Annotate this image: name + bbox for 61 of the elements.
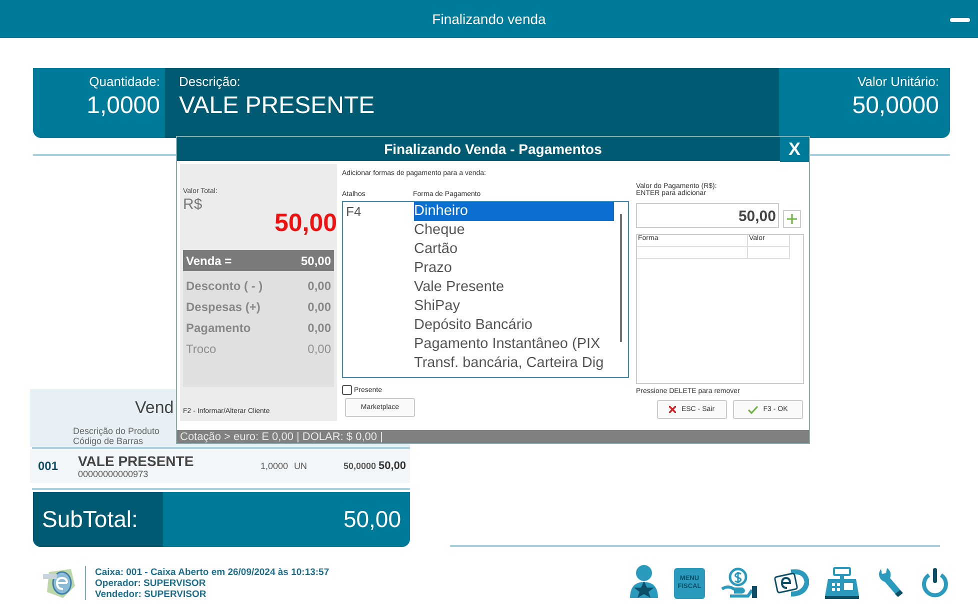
- unit-price-label: Valor Unitário:: [858, 74, 939, 89]
- scrollbar[interactable]: [620, 214, 622, 342]
- plus-icon: [787, 214, 797, 224]
- payment-method-item[interactable]: Prazo: [414, 259, 614, 278]
- summary-label: Venda =: [186, 254, 232, 268]
- summary-value: 0,00: [308, 300, 331, 314]
- subtotal-label: SubTotal:: [33, 492, 163, 547]
- item-barcode: 00000000000973: [78, 469, 150, 479]
- item-quantity: 1,0000: [259, 461, 288, 471]
- sale-title: Vend: [135, 398, 174, 418]
- amount-field[interactable]: 50,00: [636, 203, 779, 228]
- payment-method-item[interactable]: ShiPay: [414, 297, 614, 316]
- unit-price-value: 50,0000: [852, 92, 939, 120]
- column-heading: Descrição do Produto: [73, 426, 160, 436]
- description-label: Descrição:: [179, 74, 242, 89]
- add-button[interactable]: [783, 210, 801, 228]
- sale-item-row[interactable]: 001 VALE PRESENTE 00000000000973 1,0000 UN 50,0000 50,00: [30, 449, 410, 483]
- payment-method-item[interactable]: Cartão: [414, 240, 614, 260]
- currency-label: R$: [183, 196, 204, 214]
- item-unit: UN: [293, 461, 308, 471]
- quantity-value: 1,0000: [86, 92, 160, 120]
- payment-method-item[interactable]: Vale Presente: [414, 278, 614, 298]
- cashier-info-text: Operador: SUPERVISOR: [95, 578, 207, 588]
- checkmark-icon: [748, 406, 758, 414]
- close-icon: [669, 406, 676, 414]
- cashier-info-text: Caixa: 001 - Caixa Aberto em 26/09/2024 às 10:13:57: [95, 566, 330, 578]
- dialog-title: Finalizando Venda - Pagamentos: [384, 141, 602, 158]
- description-value: VALE PRESENTE: [179, 92, 376, 120]
- shortcut-key: F4: [343, 202, 414, 378]
- item-total: 50,00: [377, 460, 407, 472]
- e-card-icon[interactable]: [773, 568, 809, 598]
- exchange-rate-text: Cotação > euro: E 0,00 | DOLAR: $ 0,00 |: [180, 430, 383, 443]
- item-unit-price: 50,0000: [342, 461, 376, 471]
- hand-coin-icon[interactable]: [720, 567, 758, 599]
- payment-method-item[interactable]: Cheque: [414, 221, 614, 240]
- payment-method-item[interactable]: Transf. bancária, Carteira Dig: [414, 354, 614, 374]
- summary-value: 0,00: [308, 278, 331, 293]
- payment-method-item[interactable]: Dinheiro: [414, 202, 614, 222]
- power-icon[interactable]: [920, 567, 950, 599]
- summary-label: Troco: [186, 342, 216, 356]
- payment-method-item[interactable]: Pagamento Instantâneo (PIX: [414, 335, 614, 354]
- column-heading: Código de Barras: [73, 436, 144, 446]
- summary-value: 0,00: [308, 342, 331, 356]
- subtotal-value: 50,00: [342, 505, 402, 534]
- window-title: Finalizando venda: [432, 11, 546, 27]
- cashier-info-text: Vendedor: SUPERVISOR: [95, 588, 208, 600]
- payment-method-item[interactable]: Depósito Bancário: [414, 316, 614, 336]
- item-number: 001: [37, 459, 60, 473]
- gift-checkbox[interactable]: [342, 385, 352, 396]
- total-value: 50,00: [274, 209, 337, 238]
- close-button[interactable]: X: [780, 137, 809, 162]
- summary-value: 0,00: [308, 320, 331, 335]
- minimize-icon[interactable]: [950, 18, 970, 22]
- summary-label: Desconto ( - ): [186, 278, 263, 293]
- quantity-label: Quantidade:: [89, 74, 160, 89]
- cash-register-icon[interactable]: [824, 567, 860, 599]
- summary-label: Pagamento: [186, 320, 251, 335]
- summary-value: 50,00: [300, 254, 331, 268]
- summary-label: Despesas (+): [186, 300, 260, 314]
- table-cell: [748, 247, 790, 260]
- item-name: VALE PRESENTE: [78, 453, 195, 469]
